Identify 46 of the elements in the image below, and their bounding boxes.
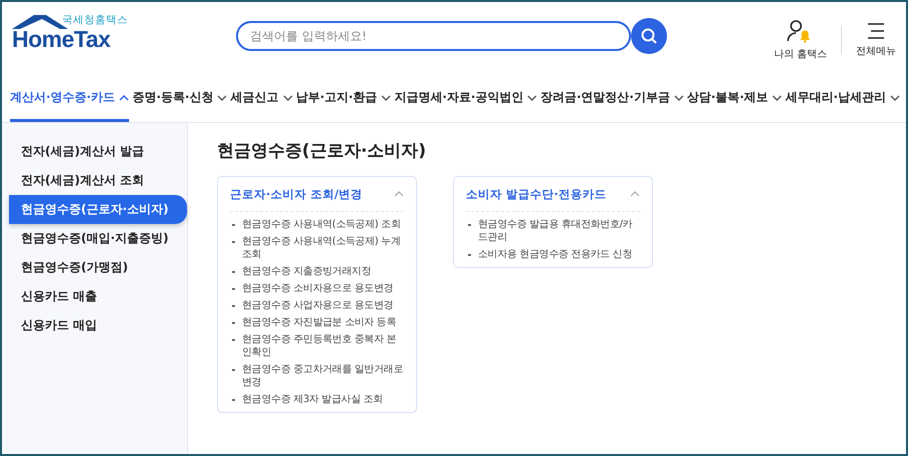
nav-tab[interactable]: 세금신고 bbox=[230, 70, 293, 122]
chevron-down-icon bbox=[282, 94, 293, 100]
menu-link[interactable]: 현금영수증 지출증빙거래지정 bbox=[242, 265, 404, 278]
sidebar-item[interactable]: 현금영수증(가맹점) bbox=[9, 253, 187, 282]
nav-tab[interactable]: 장려금·연말정산·기부금 bbox=[540, 70, 684, 122]
chevron-down-icon bbox=[381, 94, 392, 100]
menu-link[interactable]: 소비자용 현금영수증 전용카드 신청 bbox=[478, 248, 640, 261]
menu-link[interactable]: 현금영수증 사업자용으로 용도변경 bbox=[242, 299, 404, 312]
sidebar-item[interactable]: 신용카드 매입 bbox=[9, 311, 187, 340]
nav-tab[interactable]: 증명·등록·신청 bbox=[132, 70, 228, 122]
nav-tab[interactable]: 상담·불복·제보 bbox=[687, 70, 782, 122]
menu-link[interactable]: 현금영수증 주민등록번호 중복자 본인확인 bbox=[242, 333, 404, 359]
chevron-down-icon bbox=[890, 94, 900, 100]
page-title: 현금영수증(근로자·소비자) bbox=[217, 140, 427, 162]
search-field[interactable]: 검색어를 입력하세요! bbox=[236, 21, 631, 51]
chevron-down-icon bbox=[527, 94, 538, 100]
logo-text: HomeTax bbox=[12, 26, 110, 53]
search-button[interactable] bbox=[631, 18, 667, 54]
menu-link[interactable]: 현금영수증 발급용 휴대전화번호/카드관리 bbox=[478, 218, 640, 244]
chevron-up-icon[interactable] bbox=[630, 191, 640, 197]
nav-tab[interactable]: 납부·고지·환급 bbox=[296, 70, 392, 122]
chevron-up-icon[interactable] bbox=[394, 191, 404, 197]
chevron-down-icon bbox=[674, 94, 684, 100]
my-hometax-link[interactable]: 나의 홈택스 bbox=[774, 19, 827, 61]
sidebar-item[interactable]: 전자(세금)계산서 발급 bbox=[9, 137, 187, 166]
menu-link[interactable]: 현금영수증 중고차거래를 일반거래로 변경 bbox=[242, 363, 404, 389]
card-title: 소비자 발급수단·전용카드 bbox=[466, 186, 606, 202]
sidebar-item[interactable]: 현금영수증(매입·지출증빙) bbox=[9, 224, 187, 253]
menu-link[interactable]: 현금영수증 제3자 발급사실 조회 bbox=[242, 393, 404, 406]
sidebar-item[interactable]: 전자(세금)계산서 조회 bbox=[9, 166, 187, 195]
menu-link[interactable]: 현금영수증 자진발급분 소비자 등록 bbox=[242, 316, 404, 329]
sidebar-item[interactable]: 신용카드 매출 bbox=[9, 282, 187, 311]
search-icon bbox=[640, 27, 658, 45]
logo-subtitle: 국세청홈택스 bbox=[62, 13, 128, 27]
chevron-down-icon bbox=[217, 94, 228, 100]
menu-link[interactable]: 현금영수증 소비자용으로 용도변경 bbox=[242, 282, 404, 295]
card-title: 근로자·소비자 조회/변경 bbox=[230, 186, 363, 202]
nav-tab[interactable]: 세무대리·납세관리 bbox=[785, 70, 900, 122]
menu-link[interactable]: 현금영수증 사용내역(소득공제) 누계조회 bbox=[242, 235, 404, 261]
menu-icon bbox=[866, 22, 886, 40]
all-menu-link[interactable]: 전체메뉴 bbox=[856, 22, 896, 58]
nav-tab[interactable]: 지급명세·자료·공익법인 bbox=[394, 70, 538, 122]
menu-link[interactable]: 현금영수증 사용내역(소득공제) 조회 bbox=[242, 218, 404, 231]
sidebar-item[interactable]: 현금영수증(근로자·소비자) bbox=[9, 195, 187, 224]
chevron-down-icon bbox=[772, 94, 782, 100]
chevron-up-icon bbox=[119, 94, 130, 100]
